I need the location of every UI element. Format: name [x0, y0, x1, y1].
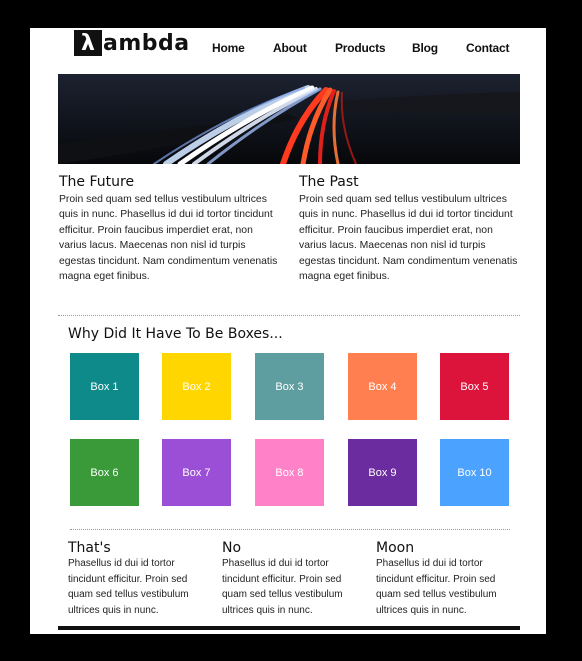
box-2[interactable]: Box 2 — [162, 353, 231, 420]
box-7[interactable]: Box 7 — [162, 439, 231, 506]
box-6[interactable]: Box 6 — [70, 439, 139, 506]
main-nav: Home About Products Blog Contact — [30, 41, 546, 57]
page: λ ambda Home About Products Blog Contact — [30, 28, 546, 634]
box-8[interactable]: Box 8 — [255, 439, 324, 506]
article-title: The Past — [299, 174, 359, 190]
column-title: That's — [68, 540, 111, 556]
column-no: No Phasellus id dui id tortor tincidunt … — [222, 540, 362, 618]
footer-bar — [58, 626, 520, 630]
box-9[interactable]: Box 9 — [348, 439, 417, 506]
box-3[interactable]: Box 3 — [255, 353, 324, 420]
box-5[interactable]: Box 5 — [440, 353, 509, 420]
nav-home-link[interactable]: Home — [212, 41, 245, 55]
column-title: Moon — [376, 540, 415, 556]
box-1[interactable]: Box 1 — [70, 353, 139, 420]
column-body: Phasellus id dui id tortor tincidunt eff… — [222, 558, 343, 616]
box-4[interactable]: Box 4 — [348, 353, 417, 420]
box-10[interactable]: Box 10 — [440, 439, 509, 506]
light-trails-image — [58, 74, 520, 164]
section-divider — [70, 529, 510, 530]
nav-products-link[interactable]: Products — [335, 41, 386, 55]
article-past: The Past Proin sed quam sed tellus vesti… — [299, 174, 521, 284]
nav-about-link[interactable]: About — [273, 41, 307, 55]
article-future: The Future Proin sed quam sed tellus ves… — [59, 174, 281, 284]
column-body: Phasellus id dui id tortor tincidunt eff… — [376, 558, 497, 616]
boxes-section-title: Why Did It Have To Be Boxes... — [68, 326, 283, 342]
nav-blog-link[interactable]: Blog — [412, 41, 438, 55]
column-title: No — [222, 540, 242, 556]
article-body: Proin sed quam sed tellus vestibulum ult… — [59, 194, 278, 283]
column-moon: Moon Phasellus id dui id tortor tincidun… — [376, 540, 516, 618]
hero-image — [58, 74, 520, 164]
article-body: Proin sed quam sed tellus vestibulum ult… — [299, 194, 518, 283]
column-body: Phasellus id dui id tortor tincidunt eff… — [68, 558, 189, 616]
section-divider — [58, 315, 520, 316]
column-thats: That's Phasellus id dui id tortor tincid… — [68, 540, 208, 618]
article-title: The Future — [59, 174, 135, 190]
nav-contact-link[interactable]: Contact — [466, 41, 509, 55]
